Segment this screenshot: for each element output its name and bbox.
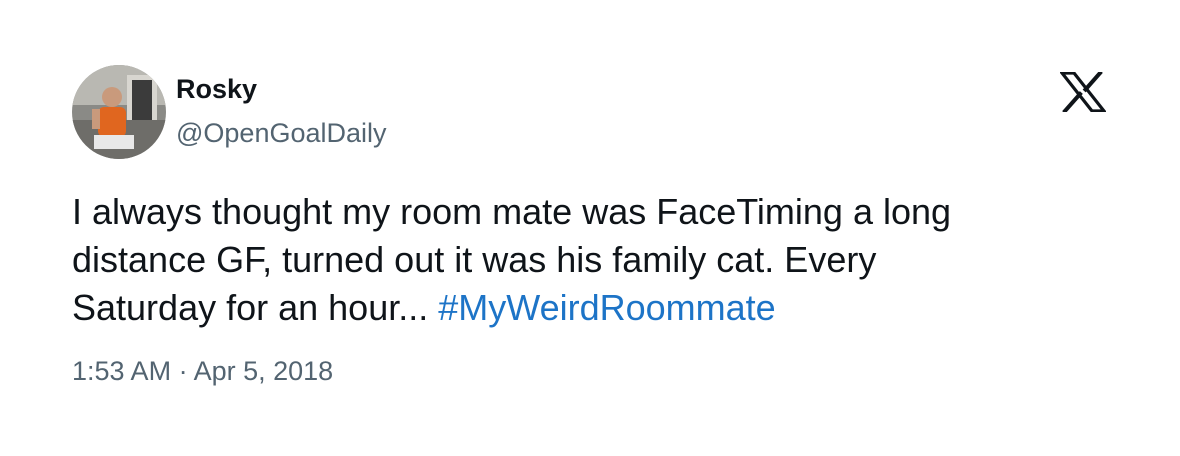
tweet-text-line-content: Saturday for an hour...	[72, 287, 439, 328]
tweet-text-line: I always thought my room mate was FaceTi…	[72, 191, 952, 232]
x-logo-icon[interactable]	[1058, 70, 1108, 114]
profile-photo-icon	[72, 65, 166, 159]
author-avatar[interactable]	[72, 65, 166, 159]
tweet-text-line: distance GF, turned out it was his famil…	[72, 239, 877, 280]
tweet-timestamp[interactable]: 1:53 AM · Apr 5, 2018	[72, 354, 333, 388]
tweet-text: I always thought my room mate was FaceTi…	[72, 188, 1112, 332]
tweet-card: Rosky @OpenGoalDaily I always thought my…	[0, 0, 1180, 456]
tweet-text-line: Saturday for an hour... #MyWeirdRoommate	[72, 284, 1112, 332]
author-display-name[interactable]: Rosky	[176, 72, 257, 106]
author-handle[interactable]: @OpenGoalDaily	[176, 116, 387, 150]
hashtag-link[interactable]: #MyWeirdRoommate	[438, 287, 775, 328]
